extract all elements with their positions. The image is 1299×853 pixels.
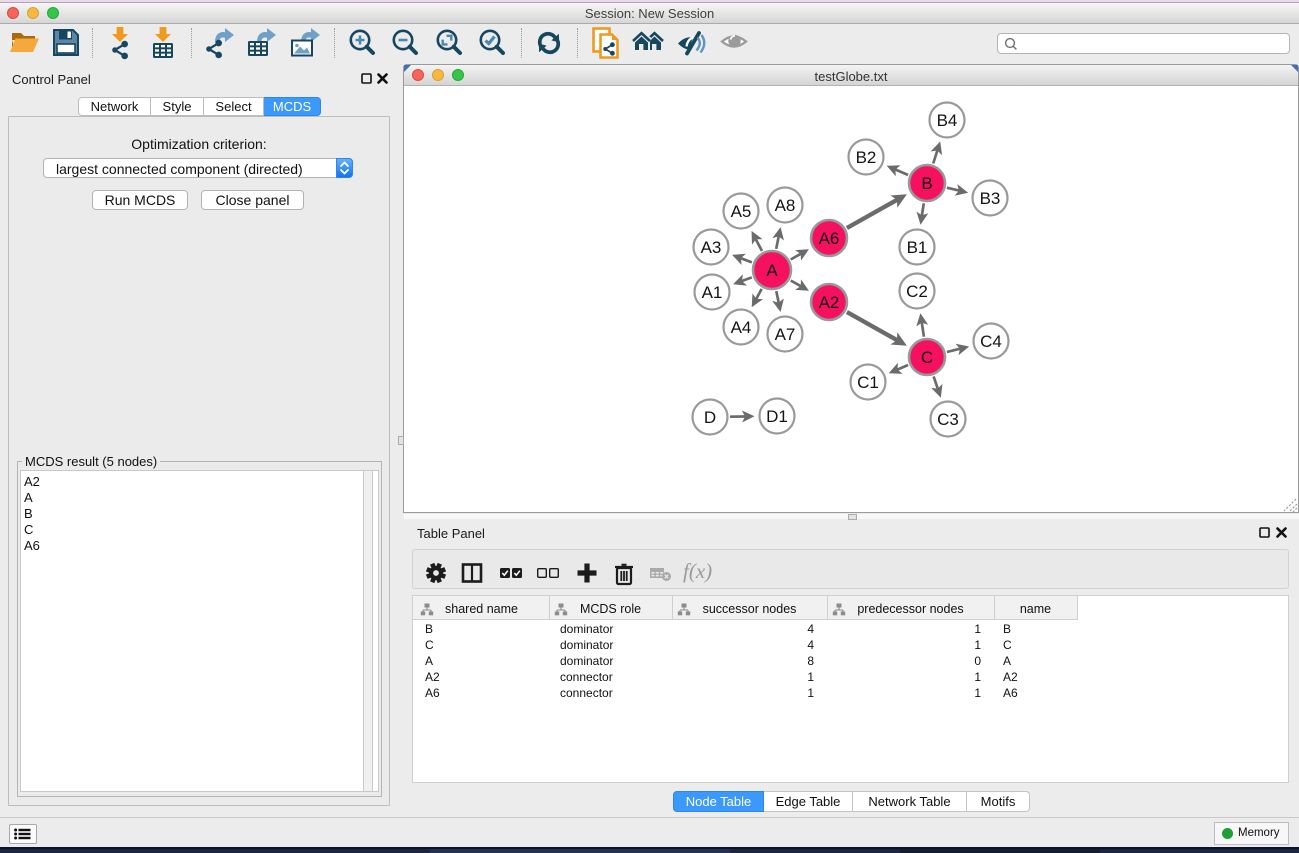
svg-text:A: A — [766, 261, 778, 280]
svg-text:A5: A5 — [731, 202, 752, 221]
svg-text:A2: A2 — [819, 293, 840, 312]
svg-text:A6: A6 — [819, 229, 840, 248]
svg-text:D: D — [704, 408, 716, 427]
svg-text:A8: A8 — [775, 196, 796, 215]
svg-text:C3: C3 — [937, 410, 959, 429]
svg-text:C1: C1 — [857, 373, 879, 392]
svg-text:B4: B4 — [937, 111, 958, 130]
svg-text:A4: A4 — [731, 318, 752, 337]
svg-text:D1: D1 — [766, 407, 788, 426]
svg-text:B3: B3 — [980, 189, 1001, 208]
svg-text:B: B — [921, 174, 932, 193]
svg-text:C: C — [921, 348, 933, 367]
svg-text:A3: A3 — [701, 238, 722, 257]
svg-text:C2: C2 — [906, 282, 928, 301]
svg-text:A1: A1 — [702, 283, 723, 302]
svg-text:B1: B1 — [907, 238, 928, 257]
svg-text:A7: A7 — [775, 325, 796, 344]
svg-text:C4: C4 — [980, 332, 1002, 351]
svg-text:B2: B2 — [856, 148, 877, 167]
